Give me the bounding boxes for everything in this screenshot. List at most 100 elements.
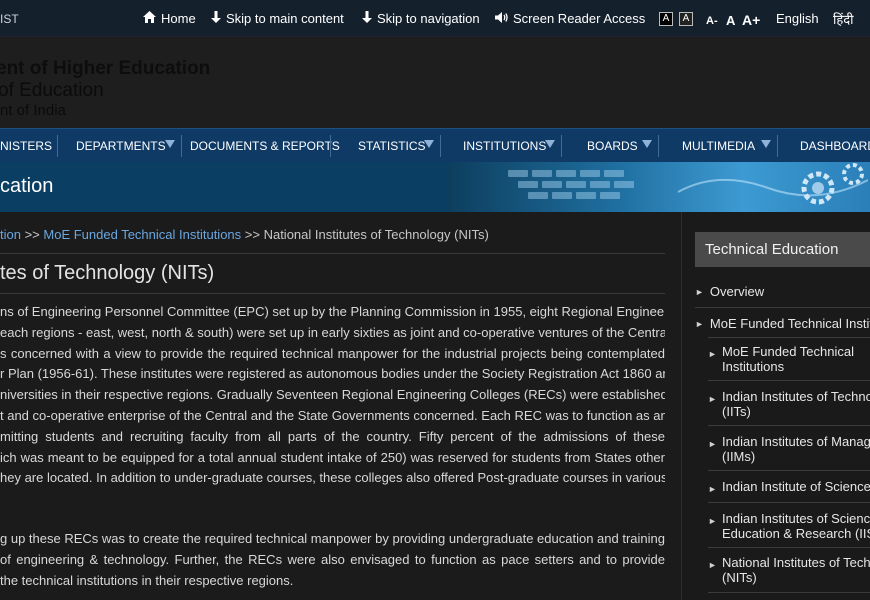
nav-statistics[interactable]: STATISTICS bbox=[358, 129, 426, 163]
sidebar-item-label: Overview bbox=[709, 284, 765, 299]
nav-divider bbox=[440, 135, 441, 157]
caret-right-icon: ► bbox=[708, 394, 717, 404]
language-english-link[interactable]: English bbox=[776, 0, 819, 37]
department-name[interactable]: ent of Higher Education bbox=[0, 58, 210, 80]
nav-documents-reports[interactable]: DOCUMENTS & REPORTS bbox=[190, 129, 340, 163]
paragraph-line: g up these RECs was to create the requir… bbox=[0, 531, 665, 546]
sidebar-item-overview[interactable]: ► Overview bbox=[695, 284, 870, 299]
divider bbox=[708, 380, 870, 381]
breadcrumb-separator: >> bbox=[20, 227, 44, 242]
skip-main-link[interactable]: Skip to main content bbox=[211, 0, 344, 37]
nav-divider bbox=[561, 135, 562, 157]
gear-icon bbox=[678, 163, 868, 205]
paragraph-line: of engineering & technology. Further, th… bbox=[0, 551, 665, 567]
speaker-icon bbox=[495, 11, 508, 26]
breadcrumb-link-moe-funded[interactable]: MoE Funded Technical Institutions bbox=[43, 227, 241, 242]
nav-boards[interactable]: BOARDS bbox=[587, 129, 638, 163]
language-hindi-link[interactable]: हिंदी bbox=[833, 0, 854, 37]
breadcrumb-current: National Institutes of Technology (NITs) bbox=[263, 227, 489, 242]
nav-divider bbox=[777, 135, 778, 157]
divider bbox=[708, 502, 870, 503]
caret-right-icon: ► bbox=[695, 319, 704, 329]
sidebar-subitem-iims[interactable]: ► Indian Institutes of Management (IIMs) bbox=[708, 435, 870, 464]
contrast-normal-button[interactable]: A bbox=[679, 12, 693, 26]
body-paragraph: g up these RECs was to create the requir… bbox=[0, 529, 665, 591]
caret-right-icon: ► bbox=[708, 349, 717, 359]
paragraph-line: t and co-operative enterprise of the Cen… bbox=[0, 407, 665, 423]
nav-divider bbox=[181, 135, 182, 157]
sidebar-subitem-iits[interactable]: ► Indian Institutes of Technology (IITs) bbox=[708, 390, 870, 419]
skip-nav-label: Skip to navigation bbox=[377, 11, 480, 26]
caret-right-icon: ► bbox=[708, 516, 717, 526]
divider bbox=[708, 425, 870, 426]
skip-nav-link[interactable]: Skip to navigation bbox=[362, 0, 480, 37]
sidebar-subitem-moe-funded-institutions[interactable]: ► MoE Funded Technical Institutions bbox=[708, 345, 870, 374]
caret-right-icon: ► bbox=[708, 439, 717, 449]
keyboard-banner-image bbox=[448, 162, 870, 212]
nav-institutions[interactable]: INSTITUTIONS bbox=[463, 129, 546, 163]
dropdown-caret-icon[interactable] bbox=[642, 140, 652, 148]
paragraph-line: each regions - east, west, north & south… bbox=[0, 324, 665, 340]
font-increase-button[interactable]: A+ bbox=[742, 12, 760, 28]
nav-ministers[interactable]: NISTERS bbox=[0, 129, 52, 163]
nav-divider bbox=[57, 135, 58, 157]
utility-bar: IST Home Skip to main content Skip to na… bbox=[0, 0, 870, 37]
nav-divider bbox=[658, 135, 659, 157]
dropdown-caret-icon[interactable] bbox=[761, 140, 771, 148]
sidebar-item-label: MoE Funded Technical Institutions bbox=[709, 316, 870, 331]
sidebar-item-moe-funded[interactable]: ► MoE Funded Technical Institutions bbox=[695, 316, 870, 331]
section-banner: cation bbox=[0, 162, 870, 212]
font-normal-button[interactable]: A bbox=[726, 13, 735, 28]
divider bbox=[708, 470, 870, 471]
paragraph-line: ns of Engineering Personnel Committee (E… bbox=[0, 304, 665, 319]
sidebar-heading: Technical Education bbox=[695, 232, 870, 267]
font-decrease-button[interactable]: A- bbox=[706, 15, 718, 27]
ministry-name[interactable]: of Education bbox=[0, 80, 104, 102]
divider bbox=[708, 547, 870, 548]
home-link[interactable]: Home bbox=[143, 0, 196, 37]
sidebar-subitem-nits[interactable]: ► National Institutes of Technology (NIT… bbox=[708, 556, 870, 585]
home-label: Home bbox=[161, 11, 196, 26]
paragraph-line: s concerned with a view to provide the r… bbox=[0, 345, 665, 361]
nav-departments[interactable]: DEPARTMENTS bbox=[76, 129, 166, 163]
nav-multimedia[interactable]: MULTIMEDIA bbox=[682, 129, 755, 163]
divider bbox=[708, 592, 870, 593]
divider bbox=[0, 293, 665, 294]
breadcrumb: tion >> MoE Funded Technical Institution… bbox=[0, 227, 489, 242]
arrow-down-icon bbox=[362, 11, 372, 26]
government-name: nt of India bbox=[0, 102, 66, 119]
contrast-dark-button[interactable]: A bbox=[659, 12, 673, 26]
divider bbox=[695, 307, 870, 308]
arrow-down-icon bbox=[211, 11, 221, 26]
home-icon bbox=[143, 11, 156, 26]
divider bbox=[0, 253, 665, 254]
dropdown-caret-icon[interactable] bbox=[545, 140, 555, 148]
government-label: IST bbox=[0, 12, 19, 26]
breadcrumb-separator: >> bbox=[241, 227, 264, 242]
site-header: ent of Higher Education of Education nt … bbox=[0, 38, 870, 128]
main-navigation: NISTERS DEPARTMENTS DOCUMENTS & REPORTS … bbox=[0, 128, 870, 162]
dropdown-caret-icon[interactable] bbox=[424, 140, 434, 148]
paragraph-line: the technical institutions in their resp… bbox=[0, 572, 294, 588]
divider bbox=[708, 337, 870, 338]
screen-reader-label: Screen Reader Access bbox=[513, 11, 646, 26]
screen-reader-link[interactable]: Screen Reader Access bbox=[495, 0, 645, 37]
paragraph-line: niversities in their respective regions.… bbox=[0, 387, 665, 403]
paragraph-line: r Plan (1956-61). These institutes were … bbox=[0, 366, 665, 382]
banner-title: cation bbox=[0, 175, 54, 197]
breadcrumb-link-technical-education[interactable]: tion bbox=[0, 227, 21, 242]
nav-dashboard[interactable]: DASHBOARD bbox=[800, 129, 870, 163]
dropdown-caret-icon[interactable] bbox=[165, 140, 175, 148]
page-title: tes of Technology (NITs) bbox=[0, 262, 215, 284]
sidebar-subitem-iisers[interactable]: ► Indian Institutes of Science Education… bbox=[708, 512, 870, 541]
caret-right-icon: ► bbox=[708, 484, 717, 494]
sidebar-subitem-iisc[interactable]: ► Indian Institute of Science bbox=[708, 480, 870, 495]
caret-right-icon: ► bbox=[708, 560, 717, 570]
skip-main-label: Skip to main content bbox=[226, 11, 344, 26]
caret-right-icon: ► bbox=[695, 287, 704, 297]
paragraph-line: hey are located. In addition to under-gr… bbox=[0, 470, 665, 486]
sidebar: Technical Education ► Overview ► MoE Funde… bbox=[681, 212, 870, 600]
paragraph-line: ich was meant to be equipped for a total… bbox=[0, 449, 665, 465]
nav-divider bbox=[330, 135, 331, 157]
page: IST Home Skip to main content Skip to na… bbox=[0, 0, 870, 600]
